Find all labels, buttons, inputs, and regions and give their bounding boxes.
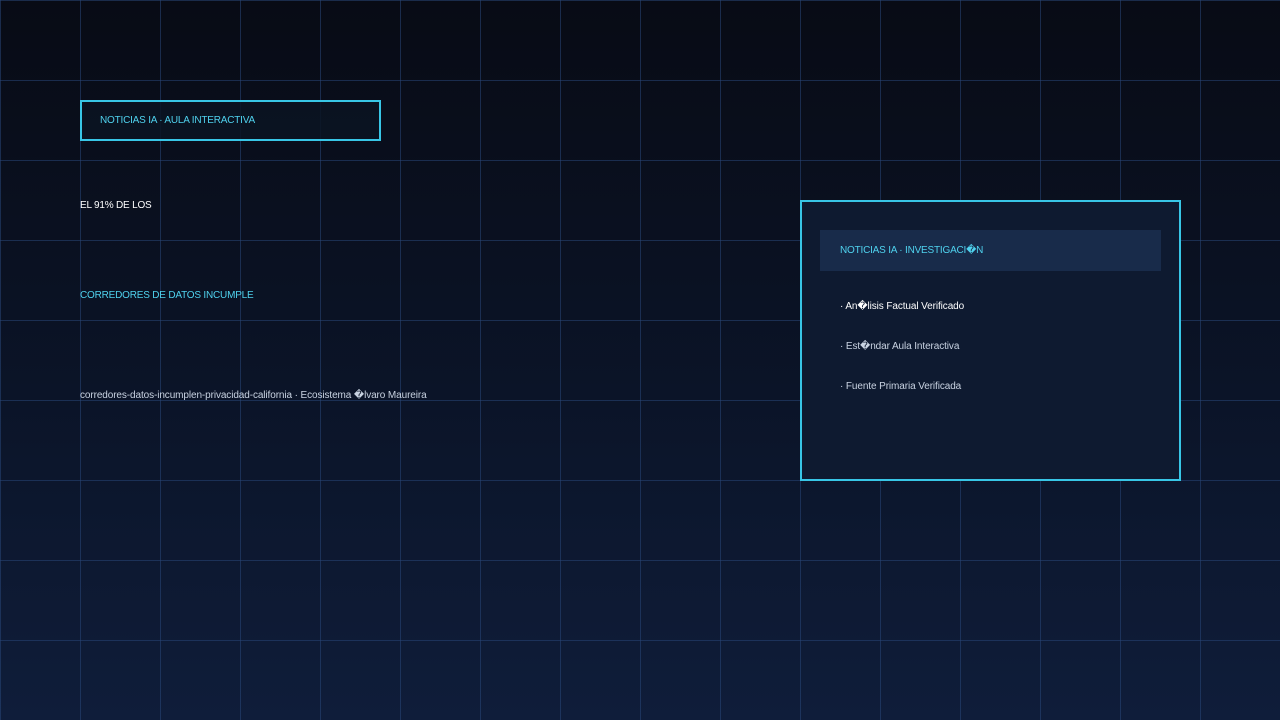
- article-slug: corredores-datos-incumplen-privacidad-ca…: [80, 390, 427, 401]
- header-tag-label: NOTICIAS IA · AULA INTERACTIVA: [100, 115, 255, 126]
- header-tag: NOTICIAS IA · AULA INTERACTIVA: [80, 100, 381, 141]
- info-panel: NOTICIAS IA · INVESTIGACI�N · An�lisis F…: [800, 200, 1181, 481]
- panel-title: NOTICIAS IA · INVESTIGACI�N: [840, 245, 984, 256]
- panel-item: · An�lisis Factual Verificado: [840, 301, 965, 312]
- headline-line-1: EL 91% DE LOS: [80, 200, 152, 211]
- panel-header: NOTICIAS IA · INVESTIGACI�N: [820, 230, 1161, 271]
- panel-item: · Fuente Primaria Verificada: [840, 381, 962, 392]
- panel-item: · Est�ndar Aula Interactiva: [840, 341, 960, 352]
- headline-line-2: CORREDORES DE DATOS INCUMPLE: [80, 290, 254, 301]
